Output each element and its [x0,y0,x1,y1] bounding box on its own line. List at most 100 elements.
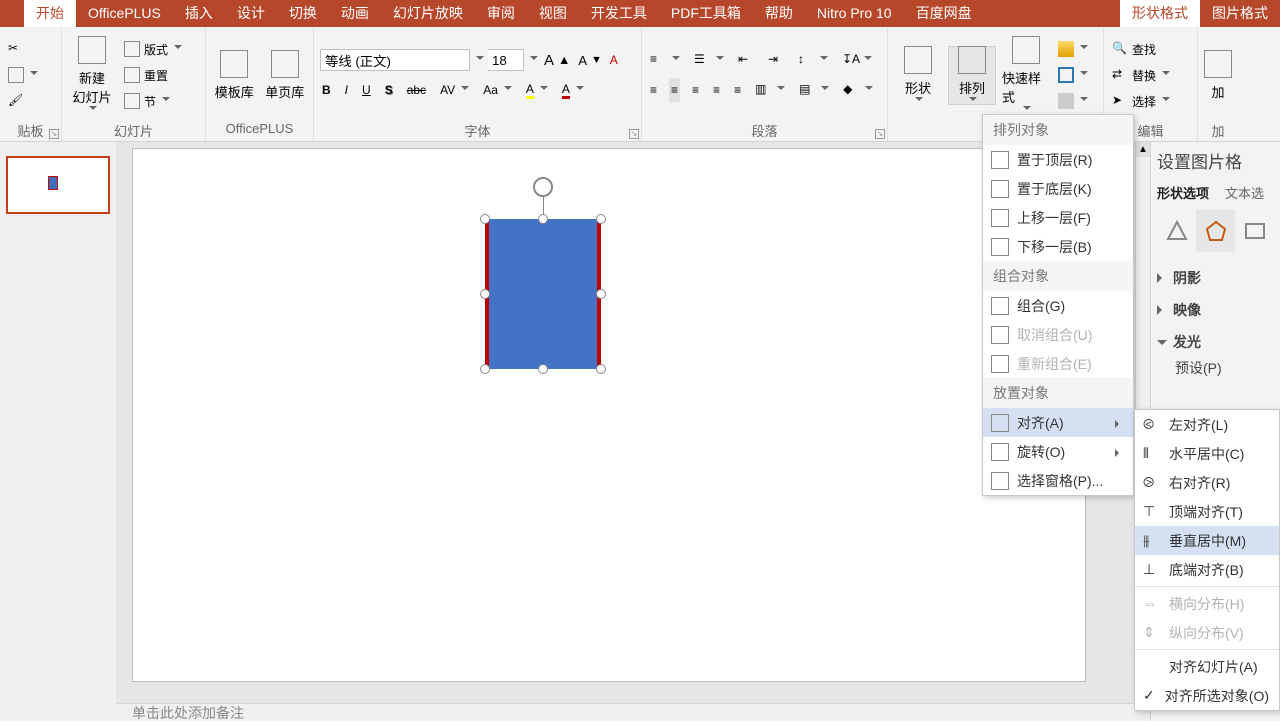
align-vcenter-item[interactable]: ⫵垂直居中(M) [1135,526,1279,555]
reflect-section[interactable]: 映像 [1157,294,1274,326]
rectangle-shape[interactable] [485,219,601,369]
tab-developer[interactable]: 开发工具 [579,0,659,27]
rotate-item[interactable]: 旋转(O) [983,437,1133,466]
align-to-selection-item[interactable]: 对齐所选对象(O) [1135,681,1279,710]
clear-format-button[interactable]: A [608,48,620,72]
scroll-up-icon[interactable]: ▲ [1136,142,1150,157]
tab-baidu[interactable]: 百度网盘 [904,0,984,27]
shape-effects-button[interactable] [1056,89,1090,113]
effects-category-icon[interactable] [1196,210,1235,252]
align-top-item[interactable]: ⊤顶端对齐(T) [1135,497,1279,526]
align-right-item[interactable]: ⧁右对齐(R) [1135,468,1279,497]
resize-handle[interactable] [538,214,548,224]
columns-button[interactable]: ▥ [753,78,787,102]
align-text-button[interactable]: ▤ [797,78,831,102]
tab-pdf[interactable]: PDF工具箱 [659,0,753,27]
font-launcher[interactable]: ↘ [629,129,639,139]
tab-review[interactable]: 审阅 [475,0,527,27]
tab-transition[interactable]: 切换 [277,0,329,27]
bold-button[interactable]: B [320,78,333,102]
distribute-button[interactable]: ≡ [732,78,743,102]
align-left-button[interactable]: ≡ [648,78,659,102]
tab-help[interactable]: 帮助 [753,0,805,27]
font-color-button[interactable]: A [560,78,586,102]
align-item[interactable]: 对齐(A) [983,408,1133,437]
resize-handle[interactable] [596,289,606,299]
align-hcenter-item[interactable]: ⫴水平居中(C) [1135,439,1279,468]
tab-shape-format[interactable]: 形状格式 [1120,0,1200,27]
glow-preset-row[interactable]: 预设(P) [1157,358,1274,378]
format-tab-text[interactable]: 文本选 [1225,183,1264,202]
font-size-input[interactable] [488,49,524,71]
bring-to-front-item[interactable]: 置于顶层(R) [983,145,1133,174]
numbering-button[interactable]: ☰ [692,48,726,72]
tab-picture-format[interactable]: 图片格式 [1200,0,1280,27]
align-center-button[interactable]: ≡ [669,78,680,102]
change-case-button[interactable]: Aa [481,78,514,102]
quick-styles-button[interactable]: 快速样式 [1002,36,1050,114]
horizontal-scrollbar[interactable]: 单击此处添加备注 [116,703,1150,721]
tab-design[interactable]: 设计 [225,0,277,27]
highlight-color-button[interactable]: A [524,78,550,102]
format-painter-button[interactable]: 🖌 [6,89,40,113]
arrange-button[interactable]: 排列 [948,46,996,105]
smartart-button[interactable]: ◆ [841,78,875,102]
send-backward-item[interactable]: 下移一层(B) [983,232,1133,261]
resize-handle[interactable] [596,214,606,224]
tab-animation[interactable]: 动画 [329,0,381,27]
strike-button[interactable]: abc [405,78,428,102]
addin-button[interactable]: 加 [1204,50,1232,101]
font-name-input[interactable] [320,49,470,71]
text-direction-button[interactable]: ↧A [840,48,874,72]
reset-button[interactable]: 重置 [122,63,184,87]
align-bottom-item[interactable]: ⊥底端对齐(B) [1135,555,1279,584]
selected-shape[interactable] [485,219,601,369]
copy-button[interactable] [6,63,40,87]
selection-pane-item[interactable]: 选择窗格(P)... [983,466,1133,495]
align-right-button[interactable]: ≡ [690,78,701,102]
rotation-handle[interactable] [533,177,553,197]
justify-button[interactable]: ≡ [711,78,722,102]
glow-section[interactable]: 发光 [1157,326,1274,358]
chevron-down-icon[interactable] [476,56,484,64]
shapes-button[interactable]: 形状 [894,46,942,105]
increase-indent-button[interactable]: ⇥ [766,48,786,72]
tab-slideshow[interactable]: 幻灯片放映 [381,0,475,27]
resize-handle[interactable] [480,364,490,374]
new-slide-button[interactable]: 新建 幻灯片 [68,36,116,114]
bring-forward-item[interactable]: 上移一层(F) [983,203,1133,232]
size-category-icon[interactable] [1235,210,1274,252]
bullets-button[interactable]: ≡ [648,48,682,72]
single-page-button[interactable]: 单页库 [263,50,308,101]
resize-handle[interactable] [480,289,490,299]
align-left-item[interactable]: ⧀左对齐(L) [1135,410,1279,439]
section-button[interactable]: 节 [122,89,184,113]
tab-insert[interactable]: 插入 [173,0,225,27]
notes-placeholder[interactable]: 单击此处添加备注 [132,703,244,723]
tab-view[interactable]: 视图 [527,0,579,27]
fill-line-category-icon[interactable] [1157,210,1196,252]
resize-handle[interactable] [596,364,606,374]
tab-file-stub[interactable] [0,0,24,27]
char-spacing-button[interactable]: AV [438,78,471,102]
align-to-slide-item[interactable]: 对齐幻灯片(A) [1135,652,1279,681]
slide-canvas[interactable] [132,148,1086,682]
slide-thumbnail-1[interactable] [6,156,110,214]
resize-handle[interactable] [538,364,548,374]
underline-button[interactable]: U [360,78,373,102]
group-item[interactable]: 组合(G) [983,291,1133,320]
shape-fill-button[interactable] [1056,37,1090,61]
replace-button[interactable]: ⇄替换 [1110,63,1172,87]
cut-button[interactable]: ✂ [6,37,40,61]
shadow-section[interactable]: 阴影 [1157,262,1274,294]
tab-home[interactable]: 开始 [24,0,76,27]
select-button[interactable]: ➤选择 [1110,89,1172,113]
chevron-down-icon[interactable] [530,56,538,64]
line-spacing-button[interactable]: ↕ [796,48,830,72]
shrink-font-button[interactable]: A▼ [576,48,603,72]
template-lib-button[interactable]: 模板库 [212,50,257,101]
grow-font-button[interactable]: A▲ [542,48,572,72]
shape-outline-button[interactable] [1056,63,1090,87]
format-tab-shape[interactable]: 形状选项 [1157,183,1209,202]
find-button[interactable]: 🔍查找 [1110,37,1172,61]
